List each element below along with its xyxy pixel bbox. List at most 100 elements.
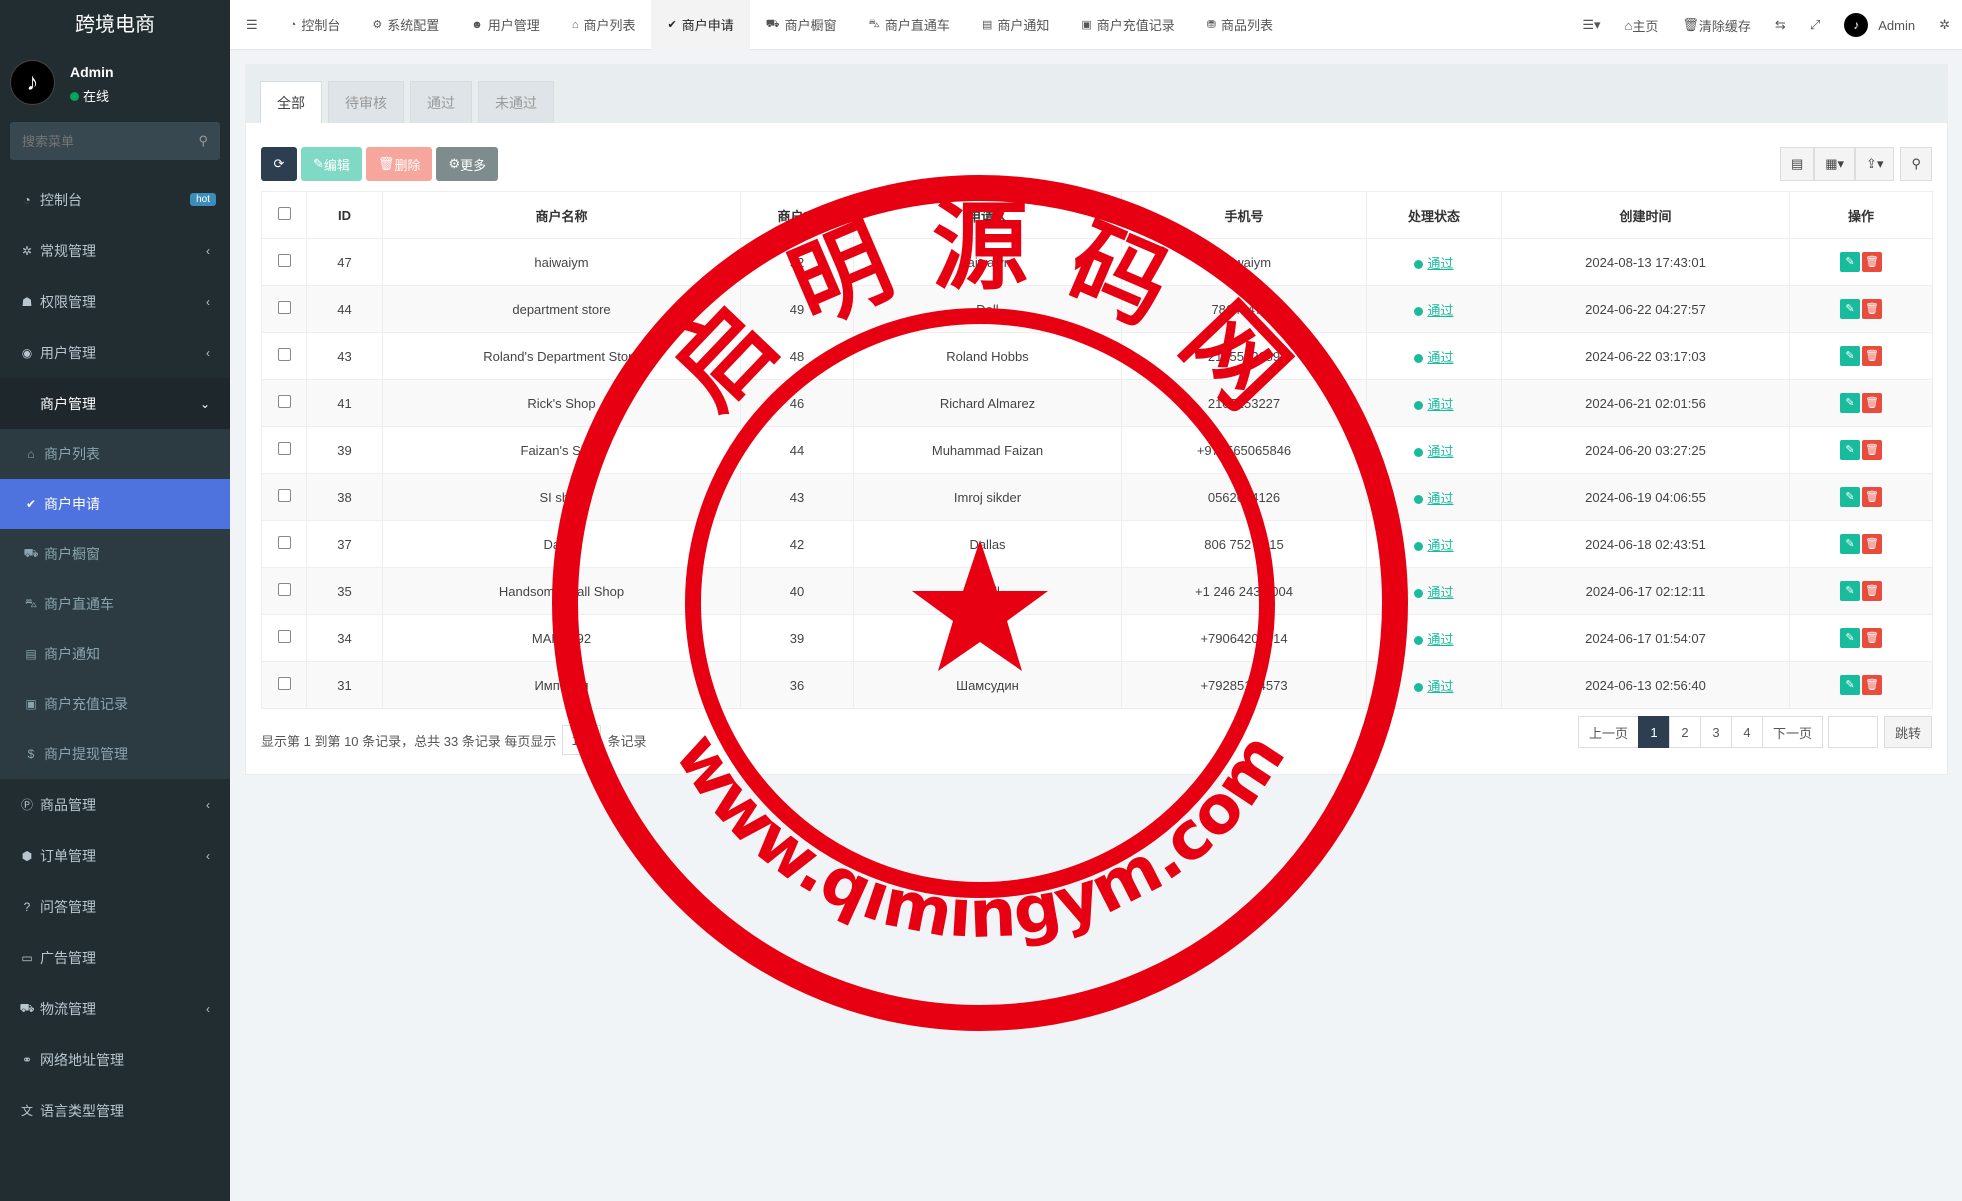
row-edit-button[interactable]: ✎ — [1840, 628, 1860, 648]
sidebar-item-qa[interactable]: ? 问答管理 — [0, 881, 230, 932]
row-checkbox[interactable] — [277, 254, 291, 267]
next-page-button[interactable]: 下一页 — [1761, 716, 1823, 748]
row-edit-button[interactable]: ✎ — [1840, 487, 1860, 507]
sidebar-item-merchant-recharge[interactable]: ▣ 商户充值记录 — [0, 679, 230, 729]
row-checkbox[interactable] — [277, 442, 291, 455]
tab-merchant-express[interactable]: ⛍ 商户直通车 — [853, 0, 966, 50]
row-checkbox[interactable] — [277, 583, 291, 596]
column-header[interactable]: 处理状态 — [1366, 191, 1502, 239]
row-delete-button[interactable]: 🗑 — [1862, 346, 1882, 366]
status-link[interactable]: 通过 — [1427, 632, 1453, 647]
translate-icon[interactable]: ⇆ — [1763, 0, 1798, 50]
sidebar-item-users[interactable]: ◉ 用户管理 ‹ — [0, 327, 230, 378]
jump-page-input[interactable] — [1827, 716, 1878, 748]
column-header[interactable]: ID — [306, 191, 383, 239]
prev-page-button[interactable]: 上一页 — [1577, 716, 1639, 748]
sidebar-item-urls[interactable]: ⚭ 网络地址管理 — [0, 1034, 230, 1085]
export-button[interactable]: ⇪▾ — [1855, 147, 1895, 181]
row-edit-button[interactable]: ✎ — [1840, 393, 1860, 413]
page-size-select[interactable]: 10 ▴ — [562, 725, 602, 755]
status-link[interactable]: 通过 — [1427, 397, 1453, 412]
fullscreen-icon[interactable]: ⤢ — [1798, 0, 1832, 50]
row-checkbox[interactable] — [277, 395, 291, 408]
tab-user-manage[interactable]: ☻ 用户管理 — [455, 0, 556, 50]
row-delete-button[interactable]: 🗑 — [1862, 440, 1882, 460]
sidebar-item-merchant-withdraw[interactable]: $ 商户提现管理 — [0, 729, 230, 779]
status-link[interactable]: 通过 — [1427, 491, 1453, 506]
row-delete-button[interactable]: 🗑 — [1862, 581, 1882, 601]
status-link[interactable]: 通过 — [1427, 350, 1453, 365]
row-edit-button[interactable]: ✎ — [1840, 675, 1860, 695]
row-delete-button[interactable]: 🗑 — [1862, 252, 1882, 272]
search-icon[interactable]: ⚲ — [198, 133, 208, 149]
row-delete-button[interactable]: 🗑 — [1862, 299, 1882, 319]
checkbox[interactable] — [277, 207, 291, 220]
tab-all[interactable]: 全部 — [260, 81, 322, 123]
tab-merchant-apply[interactable]: ✔ 商户申请 — [651, 0, 750, 50]
tab-merchant-notice[interactable]: ▤ 商户通知 — [966, 0, 1065, 50]
sidebar-item-permissions[interactable]: ☗ 权限管理 ‹ — [0, 276, 230, 327]
sidebar-toggle-icon[interactable]: ☰ — [230, 0, 274, 50]
sidebar-item-merchant-notice[interactable]: ▤ 商户通知 — [0, 629, 230, 679]
user-menu[interactable]: ♪ Admin — [1832, 0, 1927, 50]
tab-merchant-showcase[interactable]: ⛟ 商户橱窗 — [750, 0, 853, 50]
row-edit-button[interactable]: ✎ — [1840, 440, 1860, 460]
column-header[interactable]: 创建时间 — [1501, 191, 1790, 239]
edit-button[interactable]: ✎ 编辑 — [301, 147, 362, 181]
sidebar-item-merchant-list[interactable]: ⌂ 商户列表 — [0, 429, 230, 479]
column-header[interactable]: 商户ID — [740, 191, 854, 239]
row-edit-button[interactable]: ✎ — [1840, 299, 1860, 319]
row-edit-button[interactable]: ✎ — [1840, 581, 1860, 601]
tab-pending[interactable]: 待审核 — [328, 81, 404, 123]
tab-merchant-list[interactable]: ⌂ 商户列表 — [556, 0, 652, 50]
page-button[interactable]: 4 — [1730, 716, 1763, 748]
page-button[interactable]: 2 — [1668, 716, 1701, 748]
tab-product-list[interactable]: ⛃ 商品列表 — [1191, 0, 1289, 50]
row-edit-button[interactable]: ✎ — [1840, 346, 1860, 366]
row-checkbox[interactable] — [277, 489, 291, 502]
columns-button[interactable]: ▦▾ — [1814, 147, 1856, 181]
tab-dashboard[interactable]: ◔ 控制台 — [274, 0, 357, 50]
page-button[interactable]: 1 — [1637, 716, 1670, 748]
sidebar-item-orders[interactable]: ⬢ 订单管理 ‹ — [0, 830, 230, 881]
column-header[interactable]: 申请人 — [853, 191, 1122, 239]
sidebar-item-merchant-apply[interactable]: ✔ 商户申请 — [0, 479, 230, 529]
tab-approved[interactable]: 通过 — [410, 81, 472, 123]
tab-merchant-recharge[interactable]: ▣ 商户充值记录 — [1065, 0, 1190, 50]
menu-search-input[interactable] — [10, 122, 220, 160]
row-checkbox[interactable] — [277, 301, 291, 314]
status-link[interactable]: 通过 — [1427, 585, 1453, 600]
sidebar-item-products[interactable]: Ⓟ 商品管理 ‹ — [0, 779, 230, 830]
row-edit-button[interactable]: ✎ — [1840, 252, 1860, 272]
toggle-view-button[interactable]: ▤ — [1779, 147, 1815, 181]
tab-system-config[interactable]: ⚙ 系统配置 — [356, 0, 455, 50]
row-checkbox[interactable] — [277, 536, 291, 549]
row-edit-button[interactable]: ✎ — [1840, 534, 1860, 554]
home-link[interactable]: ⌂ 主页 — [1613, 0, 1671, 50]
search-button[interactable]: ⚲ — [1900, 147, 1932, 181]
page-button[interactable]: 3 — [1699, 716, 1732, 748]
clear-cache-button[interactable]: 🗑 清除缓存 — [1670, 0, 1763, 50]
status-link[interactable]: 通过 — [1427, 444, 1453, 459]
sidebar-item-merchant-express[interactable]: ⛍ 商户直通车 — [0, 579, 230, 629]
status-link[interactable]: 通过 — [1427, 303, 1453, 318]
tab-rejected[interactable]: 未通过 — [478, 81, 554, 123]
row-checkbox[interactable] — [277, 677, 291, 690]
row-delete-button[interactable]: 🗑 — [1862, 393, 1882, 413]
sidebar-item-logistics[interactable]: ⛟ 物流管理 ‹ — [0, 983, 230, 1034]
sidebar-item-merchant-showcase[interactable]: ⛟ 商户橱窗 — [0, 529, 230, 579]
column-header[interactable]: 商户名称 — [382, 191, 741, 239]
sidebar-item-ads[interactable]: ▭ 广告管理 — [0, 932, 230, 983]
column-header[interactable]: 手机号 — [1121, 191, 1367, 239]
more-button[interactable]: ⚙ 更多 — [436, 147, 499, 181]
sidebar-item-dashboard[interactable]: ◔ 控制台 hot — [0, 174, 230, 225]
tab-dropdown-button[interactable]: ☰▾ — [1570, 0, 1612, 50]
settings-icon[interactable]: ✲ — [1927, 0, 1962, 50]
jump-button[interactable]: 跳转 — [1883, 716, 1932, 748]
delete-button[interactable]: 🗑 删除 — [365, 147, 433, 181]
select-all-checkbox[interactable] — [261, 191, 307, 239]
status-link[interactable]: 通过 — [1427, 538, 1453, 553]
row-delete-button[interactable]: 🗑 — [1862, 534, 1882, 554]
row-delete-button[interactable]: 🗑 — [1862, 628, 1882, 648]
row-delete-button[interactable]: 🗑 — [1862, 675, 1882, 695]
